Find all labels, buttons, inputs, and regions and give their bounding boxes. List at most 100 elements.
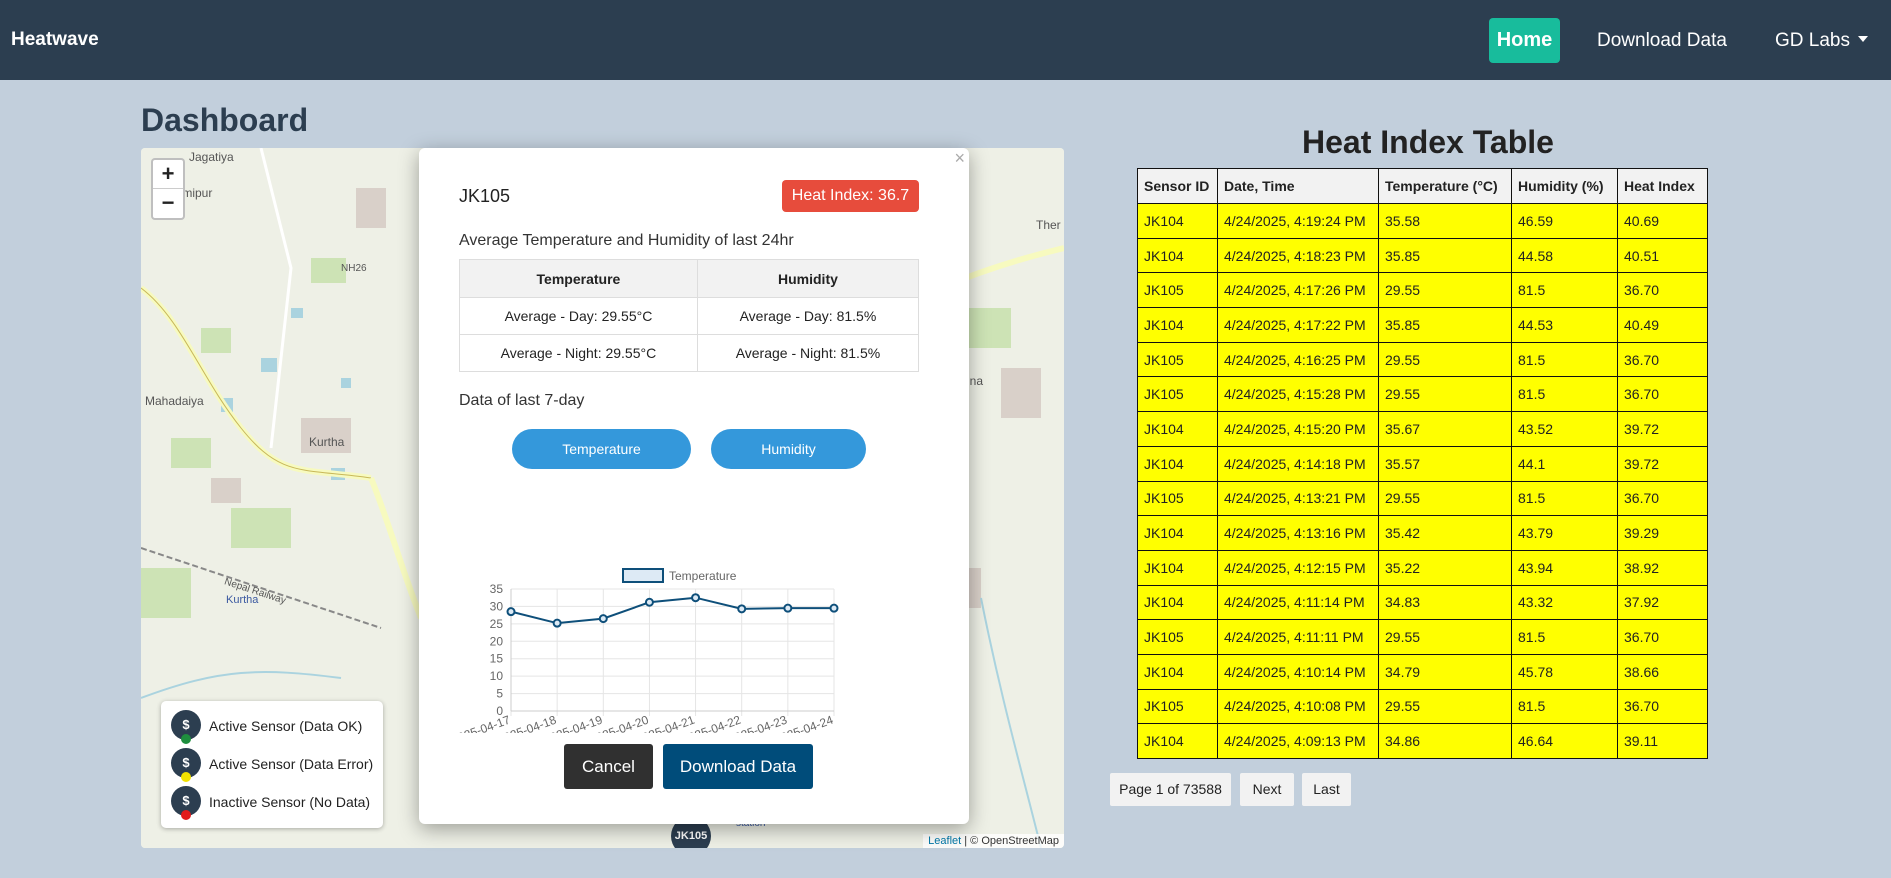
table-header[interactable]: Sensor ID (1137, 168, 1218, 204)
data-point[interactable] (737, 604, 747, 614)
nav-home-link[interactable]: Home (1489, 18, 1560, 63)
humidity-tab-button[interactable]: Humidity (711, 429, 866, 469)
table-row: JK105 4/24/2025, 4:17:26 PM 29.55 81.5 36.70 (1137, 272, 1708, 309)
avg-title: Average Temperature and Humidity of last… (459, 232, 794, 249)
legend-label: Inactive Sensor (No Data) (209, 794, 371, 810)
table-row: JK105 4/24/2025, 4:11:11 PM 29.55 81.5 36.70 (1137, 619, 1708, 655)
status-dot (181, 734, 191, 744)
table-cell: 45.78 (1511, 653, 1618, 690)
zoom-in-button[interactable]: + (153, 160, 183, 189)
table-cell: JK104 (1137, 549, 1218, 586)
table-cell: 37.92 (1617, 584, 1708, 621)
map-road-label: NH26 (341, 263, 367, 274)
close-icon[interactable]: × (954, 148, 965, 169)
table-cell: 81.5 (1511, 341, 1618, 378)
leaflet-link[interactable]: Leaflet (928, 835, 961, 847)
nav-gd-labs-dropdown[interactable]: GD Labs (1775, 18, 1868, 63)
y-tick-label: 30 (490, 599, 504, 613)
avg-table: Temperature Humidity Average - Day: 29.5… (459, 259, 920, 372)
table-row: JK104 4/24/2025, 4:18:23 PM 35.85 44.58 40.5… (1137, 237, 1708, 274)
zoom-out-button[interactable]: − (153, 189, 183, 218)
table-header[interactable]: Temperature (°C) (1378, 168, 1512, 204)
data-point[interactable] (691, 593, 701, 603)
osm-attribution: | © OpenStreetMap (961, 835, 1059, 847)
table-header[interactable]: Date, Time (1217, 168, 1379, 204)
table-cell: JK105 (1137, 480, 1218, 517)
sensor-modal: × JK105 Heat Index: 36.7 Average Tempera… (419, 148, 969, 824)
brand-logo[interactable]: Heatwave (11, 29, 99, 51)
y-tick-label: 10 (490, 669, 504, 683)
table-cell: JK104 (1137, 411, 1218, 447)
week-title: Data of last 7-day (459, 392, 585, 409)
table-cell: 29.55 (1378, 272, 1512, 309)
table-header: Humidity (696, 259, 920, 298)
table-cell: 4/24/2025, 4:18:23 PM (1217, 237, 1379, 274)
page-info: Page 1 of 73588 (1110, 773, 1231, 806)
data-point[interactable] (552, 618, 562, 628)
cancel-button[interactable]: Cancel (564, 744, 653, 789)
map-attribution: Leaflet | © OpenStreetMap (923, 834, 1064, 848)
table-cell: 34.83 (1378, 584, 1512, 621)
table-row: JK104 4/24/2025, 4:15:20 PM 35.67 43.52 39.7… (1137, 411, 1708, 447)
download-data-button[interactable]: Download Data (663, 744, 813, 789)
table-cell: 44.53 (1511, 307, 1618, 343)
table-cell: 35.57 (1378, 445, 1512, 482)
table-cell: 29.55 (1378, 480, 1512, 517)
table-cell: 36.70 (1617, 341, 1708, 378)
y-tick-label: 20 (490, 634, 504, 648)
nav-download-data-link[interactable]: Download Data (1597, 18, 1727, 63)
data-point[interactable] (598, 614, 608, 624)
map-place-label: Mahadaiya (145, 394, 204, 408)
table-cell: 35.58 (1378, 203, 1512, 239)
temperature-tab-button[interactable]: Temperature (512, 429, 691, 469)
table-row: Average - Day: 29.55°C Average - Day: 81… (459, 297, 920, 335)
table-row: JK105 4/24/2025, 4:16:25 PM 29.55 81.5 36.70 (1137, 341, 1708, 378)
table-row: Average - Night: 29.55°C Average - Night… (459, 334, 920, 372)
table-row: JK104 4/24/2025, 4:10:14 PM 34.79 45.78 38.6… (1137, 653, 1708, 690)
table-cell: JK105 (1137, 341, 1218, 378)
legend-swatch[interactable] (622, 568, 664, 583)
table-cell: 36.70 (1617, 480, 1708, 517)
data-point[interactable] (506, 607, 516, 617)
table-cell: 36.70 (1617, 376, 1708, 413)
table-cell: JK104 (1137, 307, 1218, 343)
map-legend: $ Active Sensor (Data OK) $ Active Senso… (161, 701, 383, 828)
table-cell: 35.42 (1378, 515, 1512, 551)
last-page-button[interactable]: Last (1302, 773, 1351, 806)
data-point[interactable] (644, 597, 654, 607)
next-page-button[interactable]: Next (1240, 773, 1294, 806)
map-place-label: Kurtha (226, 594, 259, 606)
table-cell: 35.22 (1378, 549, 1512, 586)
table-cell: 4/24/2025, 4:09:13 PM (1217, 723, 1379, 759)
legend-label: Active Sensor (Data Error) (209, 756, 374, 772)
table-cell: 81.5 (1511, 619, 1618, 655)
table-row: JK104 4/24/2025, 4:12:15 PM 35.22 43.94 38.9… (1137, 549, 1708, 586)
legend-label: Temperature (669, 569, 737, 583)
table-row: JK105 4/24/2025, 4:13:21 PM 29.55 81.5 36.70 (1137, 480, 1708, 517)
table-row: JK104 4/24/2025, 4:11:14 PM 34.83 43.32 37.9… (1137, 584, 1708, 621)
table-cell: 46.64 (1511, 723, 1618, 759)
table-cell: Average - Day: 81.5% (696, 297, 920, 335)
heat-index-badge: Heat Index: 36.7 (782, 180, 919, 212)
zoom-control: + − (151, 158, 185, 220)
table-cell: JK104 (1137, 515, 1218, 551)
navbar: Heatwave Home Download Data GD Labs (0, 0, 1891, 80)
table-cell: JK104 (1137, 653, 1218, 690)
chevron-down-icon (1857, 35, 1868, 42)
table-header[interactable]: Humidity (%) (1511, 168, 1618, 204)
temperature-chart: Temperature353025201510502025-04-172025-… (459, 568, 839, 733)
table-cell: JK105 (1137, 619, 1218, 655)
table-cell: 4/24/2025, 4:19:24 PM (1217, 203, 1379, 239)
table-header[interactable]: Heat Index (1617, 168, 1708, 204)
page-title: Dashboard (141, 102, 309, 138)
map-place-label: Ther (1036, 218, 1061, 232)
data-point[interactable] (829, 603, 839, 613)
table-cell: 40.69 (1617, 203, 1708, 239)
table-cell: 36.70 (1617, 272, 1708, 309)
data-point[interactable] (783, 603, 793, 613)
table-cell: 38.92 (1617, 549, 1708, 586)
table-cell: 81.5 (1511, 376, 1618, 413)
table-cell: JK104 (1137, 203, 1218, 239)
table-cell: 4/24/2025, 4:15:28 PM (1217, 376, 1379, 413)
table-cell: 81.5 (1511, 480, 1618, 517)
